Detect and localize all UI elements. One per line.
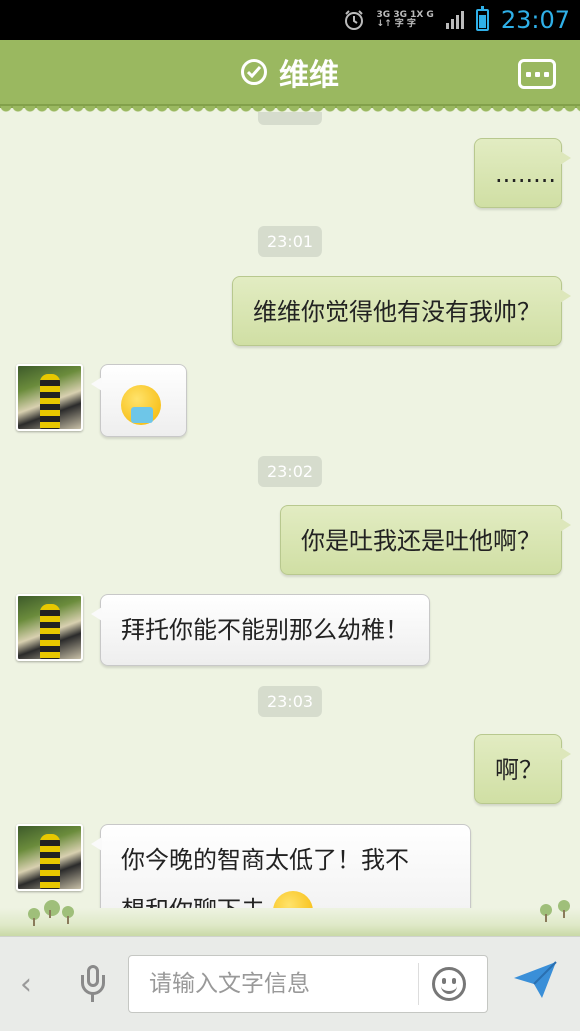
tree-decoration xyxy=(62,906,74,924)
contact-name: 维维 xyxy=(279,58,339,93)
contact-avatar[interactable] xyxy=(16,364,83,431)
contact-avatar[interactable] xyxy=(16,594,83,661)
message-input-placeholder: 请输入文字信息 xyxy=(149,971,310,997)
send-icon[interactable] xyxy=(512,960,558,1000)
contact-avatar[interactable] xyxy=(16,824,83,891)
network-label-bottom: ↓↑ 字 字 xyxy=(376,19,416,29)
message-text: 拜托你能不能别那么幼稚！ xyxy=(121,616,409,644)
status-time: 23:07 xyxy=(500,6,570,34)
alarm-icon xyxy=(343,9,365,31)
timestamp: 23:03 xyxy=(257,686,323,717)
chat-header: 维维 xyxy=(0,40,580,114)
message-outgoing[interactable]: 维维你觉得他有没有我帅？ xyxy=(232,276,571,346)
input-divider xyxy=(418,963,419,1005)
vomit-emoji-icon xyxy=(121,385,161,425)
header-title-wrap: 维维 xyxy=(241,50,339,94)
message-outgoing[interactable]: 你是吐我还是吐他啊？ xyxy=(280,505,571,575)
message-outgoing[interactable]: 啊？ xyxy=(474,734,571,804)
timestamp-partial: 00:00 xyxy=(257,112,323,125)
message-text: 维维你觉得他有没有我帅？ xyxy=(253,298,541,326)
message-text: 你是吐我还是吐他啊？ xyxy=(301,527,541,555)
message-outgoing[interactable]: ........ xyxy=(474,138,571,208)
tree-decoration xyxy=(44,900,60,918)
timestamp: 23:02 xyxy=(257,456,323,487)
microphone-icon[interactable] xyxy=(80,965,106,1003)
message-text: 啊？ xyxy=(495,756,543,784)
timestamp: 23:01 xyxy=(257,226,323,257)
tree-decoration xyxy=(28,908,40,926)
background-scenery xyxy=(0,900,580,936)
network-indicator: 3G 3G 1X G ↓↑ 字 字 xyxy=(377,11,434,29)
battery-icon xyxy=(475,6,489,31)
back-chevron-icon[interactable]: ‹ xyxy=(20,967,32,1002)
tree-decoration xyxy=(540,904,552,922)
chat-messages[interactable]: 00:00 ........ 23:01 维维你觉得他有没有我帅？ 23:02 … xyxy=(0,112,580,932)
message-incoming[interactable]: 拜托你能不能别那么幼稚！ xyxy=(91,594,430,666)
signal-icon xyxy=(445,11,464,29)
status-bar: 3G 3G 1X G ↓↑ 字 字 23:07 xyxy=(0,0,580,40)
tree-decoration xyxy=(558,900,570,918)
menu-dots-icon[interactable] xyxy=(518,59,556,89)
message-text: ........ xyxy=(495,160,557,188)
input-bar: ‹ 请输入文字信息 xyxy=(0,936,580,1031)
message-incoming[interactable] xyxy=(91,364,187,437)
check-circle-icon xyxy=(241,59,267,85)
emoji-icon[interactable] xyxy=(432,967,466,1001)
message-text-line: 你今晚的智商太低了！我不 xyxy=(121,846,409,874)
